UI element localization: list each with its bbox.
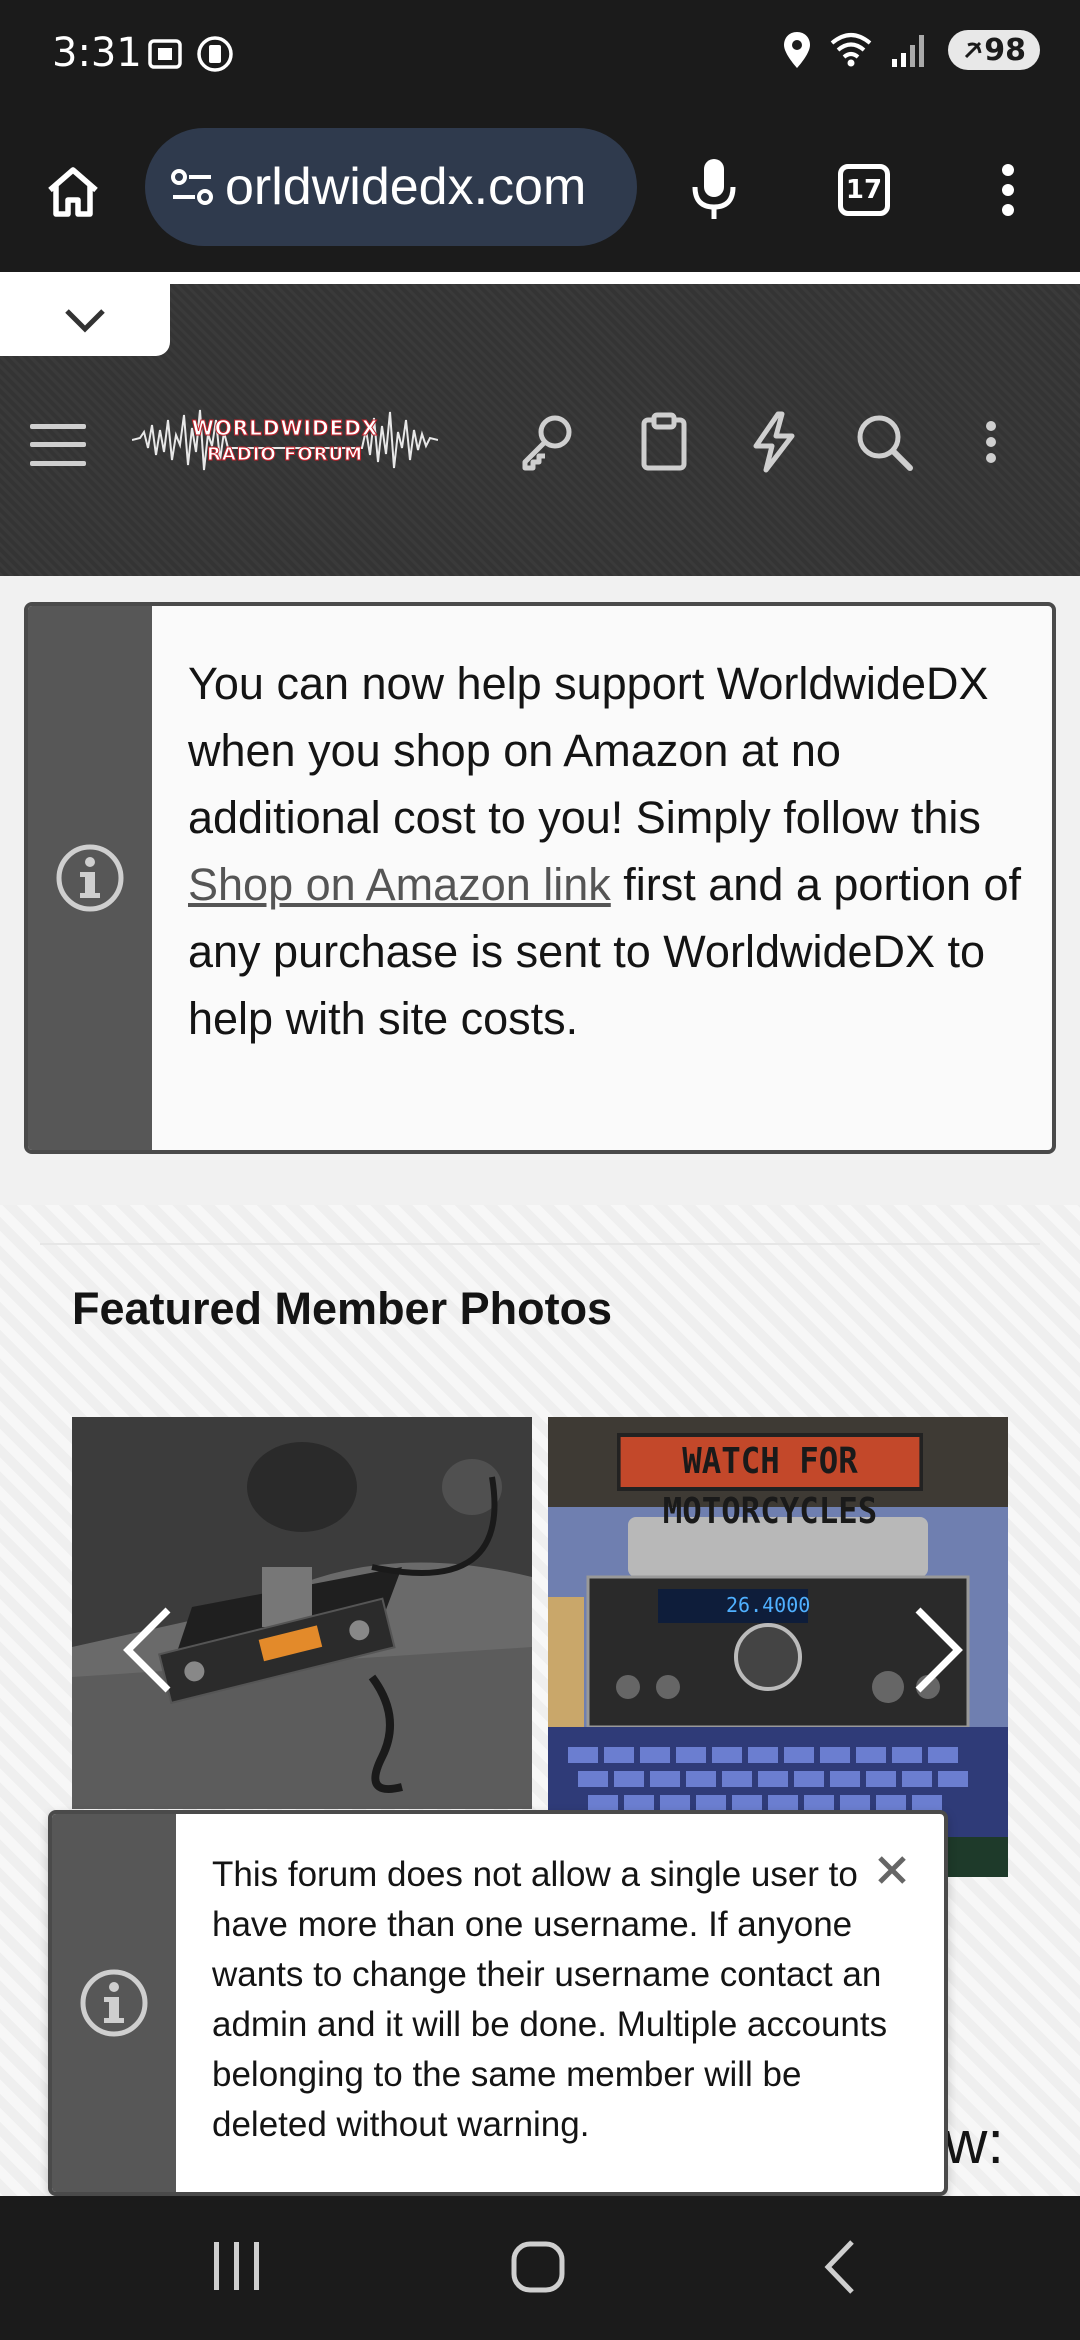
- screenshot-icon: [148, 39, 182, 69]
- chevron-right-icon: [915, 1607, 963, 1693]
- microphone-icon: [692, 159, 736, 219]
- featured-title: Featured Member Photos: [72, 1283, 613, 1334]
- more-vert-icon: [986, 421, 996, 463]
- progress-line: [0, 272, 1080, 284]
- dismiss-notice-button[interactable]: [870, 1848, 914, 1892]
- site-more-button[interactable]: [976, 410, 1006, 479]
- status-bar: 3:31 98: [0, 0, 1080, 110]
- address-bar[interactable]: orldwidedx.com: [145, 128, 637, 246]
- more-vert-icon: [1002, 164, 1014, 216]
- motorcycle-sign: WATCH FOR MOTORCYCLES: [617, 1433, 923, 1532]
- recents-icon: [214, 2242, 259, 2290]
- key-icon: [522, 415, 572, 471]
- tab-count: 17: [838, 164, 890, 216]
- voice-search-button[interactable]: [686, 152, 742, 228]
- home-nav-button[interactable]: [508, 2232, 568, 2307]
- divider: [40, 1243, 1040, 1245]
- carousel-next-button[interactable]: [908, 1600, 968, 1700]
- search-button[interactable]: [852, 410, 916, 479]
- lightning-icon: [753, 411, 795, 473]
- whats-new-button[interactable]: [742, 410, 806, 479]
- home-icon: [48, 167, 98, 217]
- recent-apps-button[interactable]: [208, 2232, 264, 2307]
- app-notification-icon: [197, 36, 233, 72]
- chevron-left-icon: [123, 1607, 171, 1693]
- back-button[interactable]: [816, 2232, 866, 2307]
- logo-subtitle: RADIO FORUM: [207, 444, 363, 466]
- notice-text: You can now help support WorldwideDX whe…: [188, 650, 1038, 1052]
- search-icon: [857, 415, 913, 471]
- notice-sidebar: [52, 1814, 176, 2192]
- tab-switcher-button[interactable]: 17: [836, 162, 892, 218]
- location-icon: [784, 32, 811, 68]
- status-right-icons: 98: [782, 30, 1040, 70]
- login-button[interactable]: [515, 410, 579, 479]
- amazon-support-notice: You can now help support WorldwideDX whe…: [24, 602, 1056, 1154]
- site-settings-icon[interactable]: [167, 162, 217, 212]
- home-button[interactable]: [38, 156, 108, 226]
- notice-text: This forum does not allow a single user …: [212, 1855, 888, 2144]
- battery-level: 98: [984, 32, 1026, 68]
- back-icon: [824, 2240, 854, 2294]
- browser-toolbar: orldwidedx.com 17: [0, 110, 1080, 272]
- signal-icon: [892, 35, 925, 67]
- radio-display: 26.4000: [726, 1593, 811, 1617]
- collapse-toggle[interactable]: [0, 284, 170, 356]
- shop-on-amazon-link[interactable]: Shop on Amazon link: [188, 859, 611, 910]
- close-icon: [878, 1856, 906, 1884]
- home-circle-icon: [511, 2241, 565, 2293]
- notice-sidebar: [28, 606, 152, 1150]
- info-icon: [56, 844, 124, 912]
- menu-button[interactable]: [30, 417, 86, 473]
- chevron-down-icon: [65, 309, 105, 333]
- battery-indicator: 98: [948, 30, 1040, 70]
- notice-text-before: You can now help support WorldwideDX whe…: [188, 658, 989, 843]
- info-icon: [80, 1969, 148, 2037]
- browser-menu-button[interactable]: [990, 158, 1026, 222]
- carousel-prev-button[interactable]: [118, 1600, 178, 1700]
- url-text: orldwidedx.com: [225, 158, 587, 216]
- username-policy-notice: This forum does not allow a single user …: [48, 1810, 948, 2196]
- logo-title: WORLDWIDEDX: [191, 416, 379, 441]
- section-heading-peek: w:: [944, 2109, 1004, 2176]
- battery-saver-icon: [965, 41, 982, 59]
- site-logo[interactable]: WORLDWIDEDX RADIO FORUM: [132, 390, 438, 490]
- clipboard-icon: [641, 412, 687, 471]
- waveform-graphic: [132, 409, 438, 471]
- register-button[interactable]: [632, 410, 696, 479]
- status-time: 3:31: [52, 30, 142, 76]
- status-left-icons: [145, 34, 235, 74]
- wifi-icon: [830, 33, 872, 67]
